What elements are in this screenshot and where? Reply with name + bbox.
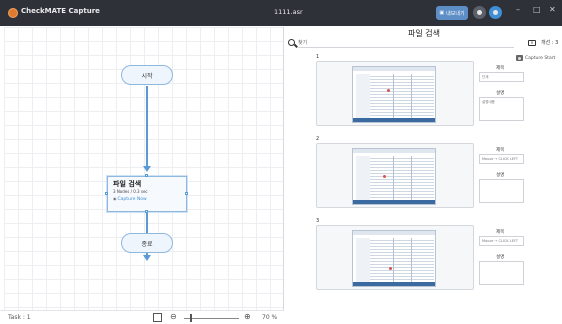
description-field-label: 설명 (496, 91, 505, 96)
zoom-in-icon[interactable]: ⊕ (244, 312, 251, 321)
thumb-sidebar (356, 238, 370, 283)
record-button[interactable] (473, 6, 486, 19)
thumb-column (393, 74, 394, 119)
minimize-icon[interactable]: – (516, 5, 520, 14)
export-button[interactable]: ▣ 내보내기 (436, 6, 468, 20)
thumb-title-bar (353, 231, 435, 235)
step-screenshot[interactable] (352, 66, 436, 123)
title-field-label: 제목 (496, 66, 505, 71)
thumb-column (411, 156, 412, 201)
record-icon (477, 10, 482, 15)
step-screenshot[interactable] (352, 230, 436, 287)
start-node-label: 시작 (141, 72, 153, 80)
step-number: 1 (316, 54, 320, 60)
thumb-title-bar (353, 149, 435, 153)
thumb-column (393, 156, 394, 201)
node-handle-top[interactable] (145, 174, 148, 177)
task-node-title: 파일 검색 (113, 180, 142, 188)
capture-start-label: Capture Start (525, 55, 556, 61)
title-field-label: 제목 (496, 148, 505, 153)
title-field[interactable]: Mouse → CLICK LEFT (479, 154, 524, 164)
zoom-slider[interactable] (184, 318, 239, 319)
app-window: CheckMATE Capture 1111.asr ▣ 내보내기 – □ ✕ … (0, 0, 562, 324)
connector-line (146, 86, 148, 168)
description-field[interactable]: 설명내용 (479, 97, 524, 121)
zoom-slider-thumb[interactable] (190, 314, 192, 322)
thumb-column (393, 238, 394, 283)
result-count: 개선 : 3 (541, 40, 559, 46)
camera-icon (516, 55, 523, 61)
thumb-sidebar (356, 156, 370, 201)
description-field[interactable] (479, 261, 524, 285)
task-node[interactable]: 파일 검색 3 Nodes / 0.3 sec ◉Capture Now (107, 176, 187, 212)
connector-arrow-icon (143, 166, 151, 172)
thumb-column (411, 74, 412, 119)
node-handle-right[interactable] (185, 192, 188, 195)
capture-now-label: Capture Now (117, 197, 147, 202)
app-title: CheckMATE Capture (21, 7, 100, 15)
settings-button[interactable] (489, 6, 502, 19)
status-bar: Task : 1 ⊖ ⊕ 70 % (0, 310, 284, 324)
end-node[interactable]: 종료 (121, 233, 173, 253)
clear-search-icon[interactable]: × (528, 40, 536, 46)
step-number: 3 (316, 218, 320, 224)
thumb-taskbar (353, 200, 435, 204)
click-marker-icon (387, 89, 390, 92)
title-field[interactable]: 단계 (479, 72, 524, 82)
search-input[interactable] (298, 38, 514, 48)
export-icon: ▣ (439, 10, 445, 16)
close-icon[interactable]: ✕ (549, 5, 556, 14)
step-screenshot[interactable] (352, 148, 436, 205)
description-field[interactable] (479, 179, 524, 203)
app-logo-icon (8, 8, 18, 18)
step-card[interactable] (316, 61, 474, 126)
flow-canvas[interactable]: 시작 파일 검색 3 Nodes / 0.3 sec ◉Capture Now … (4, 27, 284, 310)
export-button-label: 내보내기 (446, 10, 465, 17)
click-marker-icon (389, 267, 392, 270)
file-title: 1111.asr (274, 8, 303, 16)
step-panel: 파일 검색 × 개선 : 3 Capture Start 1 제목 단계 설명 … (286, 27, 562, 324)
end-node-label: 종료 (141, 240, 153, 248)
description-field-label: 설명 (496, 173, 505, 178)
step-card[interactable] (316, 225, 474, 290)
thumb-sidebar (356, 74, 370, 119)
title-bar: CheckMATE Capture 1111.asr ▣ 내보내기 – □ ✕ (0, 0, 562, 26)
capture-start-button[interactable]: Capture Start (516, 55, 555, 61)
settings-icon (493, 10, 498, 15)
maximize-icon[interactable]: □ (533, 5, 541, 14)
start-node[interactable]: 시작 (121, 65, 173, 85)
fit-to-screen-icon[interactable] (153, 313, 162, 322)
step-card[interactable] (316, 143, 474, 208)
capture-now-link[interactable]: ◉Capture Now (113, 195, 181, 204)
click-marker-icon (383, 175, 386, 178)
zoom-level: 70 % (262, 314, 278, 321)
thumb-taskbar (353, 282, 435, 286)
step-number: 2 (316, 136, 320, 142)
thumb-taskbar (353, 118, 435, 122)
description-field-label: 설명 (496, 255, 505, 260)
thumb-column (411, 238, 412, 283)
title-field-label: 제목 (496, 230, 505, 235)
thumb-title-bar (353, 67, 435, 71)
task-count: Task : 1 (8, 314, 31, 321)
camera-icon: ◉ (113, 196, 117, 201)
node-handle-left[interactable] (105, 192, 108, 195)
search-icon (288, 39, 295, 46)
connector-arrow-icon (143, 255, 151, 261)
zoom-out-icon[interactable]: ⊖ (170, 312, 177, 321)
title-field[interactable]: Mouse → CLICK LEFT (479, 236, 524, 246)
